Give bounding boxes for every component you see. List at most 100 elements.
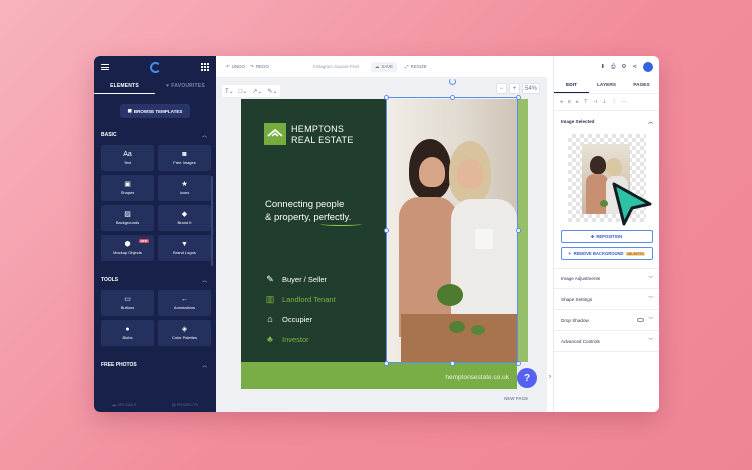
sidebar-scrollbar[interactable] xyxy=(211,176,213,266)
drop-shadow-section[interactable]: Drop Shadow ﹀ xyxy=(554,310,659,331)
image-selected-header[interactable]: Image Selected ︿ xyxy=(554,111,659,132)
browse-templates-button[interactable]: ▦ BROWSE TEMPLATES xyxy=(120,104,190,118)
tagline[interactable]: Connecting people & property, perfectly. xyxy=(265,198,351,224)
tile-free-images[interactable]: ◙ Free Images xyxy=(158,145,211,171)
section-tools[interactable]: TOOLS ︿ xyxy=(94,276,216,284)
zoom-in-button[interactable]: + xyxy=(508,83,520,94)
more-icon[interactable]: ⋯ xyxy=(622,99,627,105)
help-button[interactable]: ? xyxy=(517,368,537,388)
tile-color-palettes[interactable]: ◈ Color Palettes xyxy=(158,320,211,346)
tools-tiles: ▭ Buttons ← Annotations ● Blobs ◈ Color Pale… xyxy=(94,284,216,346)
brand-name[interactable]: HEMPTONS REAL ESTATE xyxy=(291,124,354,145)
panel-expand-icon[interactable]: › xyxy=(549,374,551,380)
align-bottom-icon[interactable]: ⊥ xyxy=(602,99,606,105)
website-url[interactable]: hemptonsestate.co.uk xyxy=(445,374,509,381)
tab-layers-label: LAYERS xyxy=(596,83,617,88)
role-label: Landlord Tenant xyxy=(282,294,336,304)
align-center-icon[interactable]: ≡ xyxy=(568,99,571,105)
tile-label: Text xyxy=(123,160,132,165)
brand-tag-icon: ◆ xyxy=(181,211,188,218)
resize-handle-bl[interactable] xyxy=(384,361,389,366)
arrow-left-icon: ← xyxy=(181,296,188,303)
tab-favourites[interactable]: ♥ FAVOURITES xyxy=(155,78,216,94)
button-icon: ▭ xyxy=(124,296,131,303)
document-title[interactable]: Instagram Square Post xyxy=(313,64,359,69)
new-page-button[interactable]: NEW PAGE xyxy=(504,396,528,401)
tile-icons[interactable]: ★ Icons xyxy=(158,175,211,201)
section-free-photos[interactable]: FREE PHOTOS ︿ xyxy=(94,361,216,369)
tab-edit[interactable]: EDIT xyxy=(554,78,589,93)
zoom-controls: − + 54% xyxy=(495,83,540,94)
advanced-controls-section[interactable]: Advanced Controls ﹀ xyxy=(554,331,659,352)
text-tool-icon[interactable]: T⌄ xyxy=(225,88,234,95)
app-logo-icon[interactable] xyxy=(149,61,161,73)
resize-handle-bm[interactable] xyxy=(450,361,455,366)
resize-button[interactable]: ⤢ RESIZE xyxy=(405,64,427,69)
menu-icon[interactable] xyxy=(101,64,109,70)
text-icon: Aa xyxy=(123,151,132,158)
shape-tool-icon[interactable]: □⌄ xyxy=(239,88,248,95)
settings-icon[interactable]: ⚙ xyxy=(621,64,626,70)
swoosh-decoration xyxy=(320,222,362,226)
avatar[interactable] xyxy=(643,62,653,72)
undo-button[interactable]: ↶ UNDO xyxy=(226,64,245,70)
resize-handle-tr[interactable] xyxy=(516,95,521,100)
chevron-up-icon: ︿ xyxy=(648,118,653,124)
reposition-button[interactable]: ✥ REPOSITION xyxy=(560,230,653,243)
tile-brand-it[interactable]: ◆ Brand It xyxy=(158,205,211,231)
selection-box[interactable] xyxy=(386,97,518,363)
tile-buttons[interactable]: ▭ Buttons xyxy=(101,290,154,316)
shape-settings-section[interactable]: Shape Settings ﹀ xyxy=(554,289,659,310)
download-icon[interactable]: ⬇ xyxy=(600,64,605,70)
tile-brand-logos[interactable]: ▼ Brand Logos xyxy=(158,235,211,261)
unlimited-badge: UNLIMITED xyxy=(625,251,645,256)
tab-layers[interactable]: LAYERS xyxy=(589,78,624,93)
align-top-icon[interactable]: ⊤ xyxy=(584,99,588,105)
section-basic[interactable]: BASIC ︿ xyxy=(94,131,216,139)
tab-elements[interactable]: ELEMENTS xyxy=(94,78,155,94)
tile-mockup-objects[interactable]: NEW ⬢ Mockup Objects xyxy=(101,235,154,261)
line-tool-icon[interactable]: ↗⌄ xyxy=(252,88,262,95)
chevron-down-icon: ﹀ xyxy=(648,275,653,281)
distribute-icon[interactable]: ⋮ xyxy=(612,99,617,105)
align-right-icon[interactable]: ⫸ xyxy=(576,99,579,105)
rotate-handle-icon[interactable] xyxy=(449,78,456,85)
tile-text[interactable]: Aa Text xyxy=(101,145,154,171)
house-logo-icon[interactable] xyxy=(264,123,286,145)
save-button[interactable]: ☁ SAVE xyxy=(370,61,398,72)
resize-handle-tm[interactable] xyxy=(450,95,455,100)
redo-button[interactable]: ↷ REDO xyxy=(250,64,269,70)
backgrounds-icon: ▨ xyxy=(124,211,131,218)
chevron-down-icon: ﹀ xyxy=(648,317,653,322)
pen-tool-icon[interactable]: ✎⌄ xyxy=(267,88,277,95)
remove-background-button[interactable]: ✧ REMOVE BACKGROUND UNLIMITED xyxy=(560,247,653,260)
zoom-out-button[interactable]: − xyxy=(495,83,507,94)
apps-grid-icon[interactable] xyxy=(201,63,209,71)
undo-icon: ↶ xyxy=(226,63,230,69)
tab-pages[interactable]: PAGES xyxy=(624,78,659,93)
role-landlord-tenant[interactable]: ▥ Landlord Tenant xyxy=(265,294,336,304)
tile-shapes[interactable]: ▣ Shapes xyxy=(101,175,154,201)
resize-handle-tl[interactable] xyxy=(384,95,389,100)
resize-handle-mr[interactable] xyxy=(516,228,521,233)
uploads-button[interactable]: ☁ UPLOADS xyxy=(112,402,136,407)
projects-button[interactable]: ▤ PROJECTS xyxy=(172,402,198,407)
share-icon[interactable]: ⋖ xyxy=(632,64,637,70)
tile-backgrounds[interactable]: ▨ Backgrounds xyxy=(101,205,154,231)
sidebar-header xyxy=(94,56,216,78)
role-investor[interactable]: ♣ Investor xyxy=(265,334,309,344)
tile-blobs[interactable]: ● Blobs xyxy=(101,320,154,346)
role-occupier[interactable]: ⌂ Occupier xyxy=(265,314,312,324)
drop-shadow-toggle[interactable] xyxy=(637,318,645,322)
resize-handle-br[interactable] xyxy=(516,361,521,366)
resize-handle-ml[interactable] xyxy=(384,228,389,233)
align-left-icon[interactable]: ⫷ xyxy=(560,99,563,105)
tile-annotations[interactable]: ← Annotations xyxy=(158,290,211,316)
tile-label: Icons xyxy=(179,190,190,195)
role-buyer-seller[interactable]: ✎ Buyer / Seller xyxy=(265,274,327,284)
chevron-up-icon: ︿ xyxy=(201,277,207,284)
zoom-level[interactable]: 54% xyxy=(521,83,540,94)
print-icon[interactable]: ⎙ xyxy=(611,64,615,71)
align-middle-icon[interactable]: ⊣ xyxy=(593,99,597,105)
image-adjustments-section[interactable]: Image Adjustments ﹀ xyxy=(554,268,659,289)
